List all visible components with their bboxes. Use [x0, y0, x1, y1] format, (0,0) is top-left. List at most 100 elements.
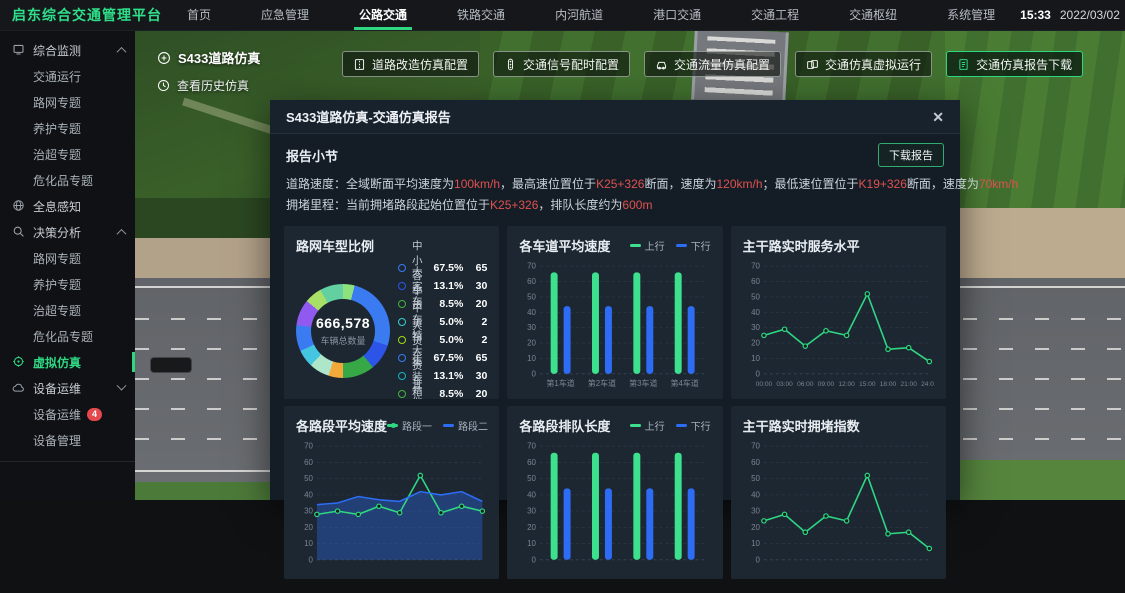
nav-item-hub[interactable]: 交通枢纽 [824, 0, 922, 30]
sidebar-item-label: 路网专题 [33, 250, 81, 267]
nav-item-waterway[interactable]: 内河航道 [530, 0, 628, 30]
button-label: 道路改造仿真配置 [372, 56, 468, 73]
sim-name-text: S433道路仿真 [178, 48, 260, 67]
nav-item-engineering[interactable]: 交通工程 [726, 0, 824, 30]
chart-title: 主干路实时服务水平 [743, 236, 860, 255]
legend-item: 路段二 [443, 418, 488, 433]
nav-item-home[interactable]: 首页 [162, 0, 236, 30]
svg-text:40: 40 [751, 308, 760, 317]
nav-item-system[interactable]: 系统管理 [922, 0, 1020, 30]
svg-text:50: 50 [527, 474, 536, 483]
chevron-up-icon [117, 228, 127, 238]
traffic-flow-sim-config-button[interactable]: 交通流量仿真配置 [644, 51, 781, 77]
sidebar-item-label: 综合监测 [33, 42, 81, 59]
nav-item-railway[interactable]: 铁路交通 [432, 0, 530, 30]
monitor-icon [12, 43, 26, 57]
sidebar-item-virtual-simulation[interactable]: 虚拟仿真 [0, 349, 135, 375]
nav-item-port[interactable]: 港口交通 [628, 0, 726, 30]
svg-text:10: 10 [751, 539, 760, 548]
sim-name-label[interactable]: S433道路仿真 [157, 48, 260, 67]
sidebar: 综合监测交通运行路网专题养护专题治超专题危化品专题全息感知决策分析路网专题养护专… [0, 30, 135, 500]
svg-text:12:00: 12:00 [838, 381, 855, 388]
svg-text:03:00: 03:00 [776, 381, 793, 388]
road-icon [353, 58, 366, 71]
sidebar-item-overload-topic-2[interactable]: 治超专题 [0, 297, 135, 323]
chart-card-lane-speed: 各车道平均速度上行下行 010203040506070第1车道第2车道第3车道第… [507, 226, 722, 399]
legend-item: 路段一 [387, 418, 432, 433]
svg-text:0: 0 [532, 369, 537, 378]
sidebar-item-roadnet-topic-2[interactable]: 路网专题 [0, 245, 135, 271]
sidebar-item-roadnet-topic[interactable]: 路网专题 [0, 89, 135, 115]
sim-virtual-run-button[interactable]: 交通仿真虚拟运行 [795, 51, 932, 77]
signal-timing-config-button[interactable]: 交通信号配时配置 [493, 51, 630, 77]
chart-legend: 上行下行 [630, 418, 711, 433]
sidebar-item-holographic-sensing[interactable]: 全息感知 [0, 193, 135, 219]
legend-row: 其他8.5%20 [398, 385, 487, 399]
svg-text:24:00: 24:00 [921, 381, 934, 388]
sim-report-download-button[interactable]: 交通仿真报告下载 [946, 51, 1083, 77]
sidebar-item-device-ops[interactable]: 设备运维 [0, 375, 135, 401]
road-reconstruction-sim-config-button[interactable]: 道路改造仿真配置 [342, 51, 479, 77]
svg-text:0: 0 [532, 555, 537, 564]
section-title: 报告小节 [286, 146, 338, 165]
nav-right: 15:33 2022/03/02 星期三 ? [1020, 0, 1125, 32]
svg-text:30: 30 [527, 323, 536, 332]
chart-title: 主干路实时拥堵指数 [743, 416, 860, 435]
download-report-button[interactable]: 下载报告 [878, 143, 944, 167]
legend-item: 下行 [676, 418, 711, 433]
svg-text:50: 50 [751, 474, 760, 483]
close-icon[interactable]: ✕ [932, 110, 944, 124]
svg-text:70: 70 [304, 442, 313, 451]
svg-text:60: 60 [751, 458, 760, 467]
svg-text:20: 20 [527, 339, 536, 348]
sidebar-item-device-management[interactable]: 设备管理 [0, 427, 135, 453]
sidebar-item-hazmat-topic-2[interactable]: 危化品专题 [0, 323, 135, 349]
sidebar-item-traffic-operation[interactable]: 交通运行 [0, 63, 135, 89]
svg-text:10: 10 [527, 539, 536, 548]
svg-text:60: 60 [527, 458, 536, 467]
svg-text:40: 40 [527, 490, 536, 499]
app-logo: 启东综合交通管理平台 [0, 5, 162, 25]
target-icon [12, 355, 26, 369]
chevron-up-icon [117, 46, 127, 56]
lane-speed-bar-chart: 010203040506070第1车道第2车道第3车道第4车道 [519, 258, 710, 392]
svg-text:70: 70 [527, 442, 536, 451]
cloud-icon [12, 381, 26, 395]
view-history-link[interactable]: 查看历史仿真 [157, 77, 260, 94]
svg-text:第2车道: 第2车道 [588, 378, 616, 388]
sidebar-item-label: 设备管理 [33, 432, 81, 449]
svg-text:50: 50 [751, 292, 760, 301]
sidebar-item-maintenance-topic-2[interactable]: 养护专题 [0, 271, 135, 297]
queue-length-bar-chart: 010203040506070 [519, 438, 710, 572]
svg-text:40: 40 [751, 490, 760, 499]
chart-title: 路网车型比例 [296, 236, 374, 255]
sidebar-item-maintenance-topic[interactable]: 养护专题 [0, 115, 135, 141]
svg-text:0: 0 [755, 369, 760, 378]
nav-item-highway[interactable]: 公路交通 [334, 0, 432, 30]
sidebar-item-label: 交通运行 [33, 68, 81, 85]
notification-badge: 4 [87, 408, 102, 421]
chevron-down-icon [117, 380, 127, 390]
vehicle-ratio-donut-chart: 666,578车辆总数量中小客车67.5%65大客车13.1%30小货车8.5%… [296, 259, 487, 393]
svg-text:10: 10 [304, 539, 313, 548]
nav-item-emergency[interactable]: 应急管理 [236, 0, 334, 30]
chart-card-congestion-index: 主干路实时拥堵指数 010203040506070 [731, 406, 946, 579]
svg-text:40: 40 [304, 490, 313, 499]
plus-circle-icon [157, 51, 171, 65]
svg-text:18:00: 18:00 [879, 381, 896, 388]
sidebar-item-overload-topic[interactable]: 治超专题 [0, 141, 135, 167]
clock-icon [157, 79, 170, 92]
report-icon [957, 58, 970, 71]
sidebar-item-integrated-monitoring[interactable]: 综合监测 [0, 37, 135, 63]
sidebar-item-decision-analysis[interactable]: 决策分析 [0, 219, 135, 245]
legend-item: 下行 [676, 238, 711, 253]
report-summary: 道路速度：全域断面平均速度为100km/h，最高速位置位于K25+326断面，速… [270, 174, 960, 216]
sidebar-item-hazmat-topic[interactable]: 危化品专题 [0, 167, 135, 193]
service-level-line-chart: 01020304050607000:0003:0006:0009:0012:00… [743, 258, 934, 392]
svg-text:40: 40 [527, 308, 536, 317]
svg-text:第1车道: 第1车道 [547, 378, 575, 388]
segment-speed-line-chart: 010203040506070 [296, 438, 487, 572]
search-icon [12, 225, 26, 239]
svg-text:20: 20 [527, 523, 536, 532]
sidebar-item-device-ops-sub[interactable]: 设备运维4 [0, 401, 135, 427]
